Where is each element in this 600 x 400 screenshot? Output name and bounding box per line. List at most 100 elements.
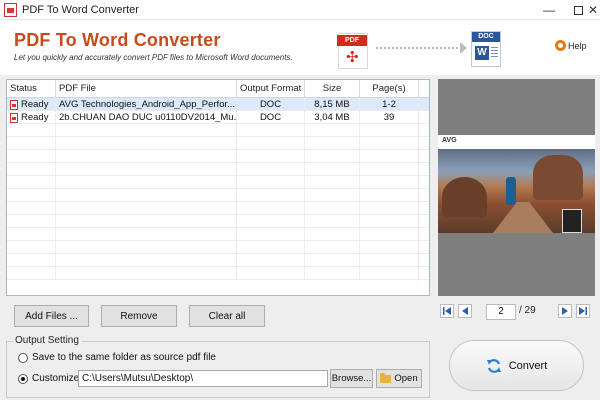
- empty-cell: [237, 176, 305, 189]
- table-row[interactable]: Ready 2b.CHUAN DAO DUC u0110DV2014_Mu... D…: [7, 111, 429, 124]
- empty-cell: [7, 137, 56, 150]
- avg-logo: AVG: [442, 137, 457, 144]
- last-page-icon: [579, 307, 587, 315]
- empty-cell: [360, 137, 419, 150]
- open-folder-button[interactable]: Open: [376, 369, 422, 388]
- pdf-file-icon: PDF ✣: [337, 33, 368, 69]
- doc-badge-label: DOC: [472, 32, 500, 42]
- output-path-input[interactable]: C:\Users\Mutsu\Desktop\: [78, 370, 328, 387]
- rock-formation: [533, 155, 583, 200]
- empty-cell: [305, 189, 360, 202]
- column-header-output-format[interactable]: Output Format: [237, 80, 305, 98]
- table-body: Ready AVG Technologies_Android_App_Perfor…: [7, 98, 429, 280]
- empty-cell: [360, 150, 419, 163]
- empty-cell: [237, 202, 305, 215]
- empty-cell: [237, 124, 305, 137]
- lifebuoy-icon: [555, 40, 566, 51]
- page-preview-panel: AVG: [438, 79, 595, 296]
- next-page-button[interactable]: [558, 304, 572, 318]
- window-title: PDF To Word Converter: [22, 3, 139, 16]
- empty-cell: [305, 267, 360, 280]
- empty-cell: [419, 241, 429, 254]
- empty-cell: [56, 176, 237, 189]
- customize-label[interactable]: Customize: [32, 373, 79, 384]
- first-page-button[interactable]: [440, 304, 454, 318]
- empty-cell: [237, 150, 305, 163]
- main-panel: Status PDF File Output Format Size Page(…: [0, 75, 600, 400]
- empty-cell: [360, 202, 419, 215]
- browse-button[interactable]: Browse...: [330, 369, 373, 388]
- status-cell: Ready: [7, 111, 56, 124]
- help-link[interactable]: Help: [555, 40, 587, 51]
- refresh-icon: [486, 358, 501, 373]
- empty-cell: [7, 150, 56, 163]
- app-header: PDF To Word Converter Let you quickly an…: [0, 20, 600, 75]
- empty-cell: [360, 163, 419, 176]
- acrobat-icon: ✣: [346, 49, 359, 66]
- empty-row: [7, 150, 429, 163]
- empty-row: [7, 215, 429, 228]
- empty-cell: [237, 215, 305, 228]
- empty-cell: [56, 254, 237, 267]
- table-row[interactable]: Ready AVG Technologies_Android_App_Perfor…: [7, 98, 429, 111]
- size-cell: 3,04 MB: [305, 111, 360, 124]
- empty-cell: [305, 163, 360, 176]
- empty-cell: [56, 202, 237, 215]
- empty-cell: [56, 163, 237, 176]
- empty-cell: [305, 202, 360, 215]
- page-number-input[interactable]: 2: [486, 304, 516, 320]
- remove-button[interactable]: Remove: [101, 305, 177, 327]
- previous-page-button[interactable]: [458, 304, 472, 318]
- empty-row: [7, 163, 429, 176]
- clear-all-button[interactable]: Clear all: [189, 305, 265, 327]
- empty-cell: [360, 215, 419, 228]
- column-header-pdf-file[interactable]: PDF File: [56, 80, 237, 98]
- empty-cell: [419, 137, 429, 150]
- output-format-cell: DOC: [237, 111, 305, 124]
- empty-cell: [360, 241, 419, 254]
- file-list-table[interactable]: Status PDF File Output Format Size Page(…: [6, 79, 430, 296]
- empty-cell: [360, 189, 419, 202]
- pdf-icon: [10, 99, 18, 110]
- size-cell: 8,15 MB: [305, 98, 360, 111]
- column-header-pages[interactable]: Page(s): [360, 80, 419, 98]
- status-text: Ready: [21, 112, 49, 123]
- same-folder-label[interactable]: Save to the same folder as source pdf fi…: [32, 352, 216, 363]
- empty-cell: [7, 254, 56, 267]
- column-header-status[interactable]: Status: [7, 80, 56, 98]
- empty-cell: [305, 124, 360, 137]
- empty-cell: [419, 254, 429, 267]
- empty-cell: [360, 228, 419, 241]
- title-bar: PDF To Word Converter — ✕: [0, 0, 600, 20]
- last-page-button[interactable]: [576, 304, 590, 318]
- pages-cell: 39: [360, 111, 419, 124]
- empty-cell: [56, 228, 237, 241]
- empty-cell: [7, 189, 56, 202]
- output-setting-legend: Output Setting: [13, 335, 81, 346]
- filler-cell: [419, 111, 429, 124]
- empty-cell: [360, 254, 419, 267]
- column-header-filler: [419, 80, 429, 98]
- empty-cell: [419, 176, 429, 189]
- pdf-icon: [10, 112, 18, 123]
- add-files-button[interactable]: Add Files ...: [14, 305, 89, 327]
- filler-cell: [419, 98, 429, 111]
- file-name-cell: 2b.CHUAN DAO DUC u0110DV2014_Mu...: [56, 111, 237, 124]
- close-button[interactable]: ✕: [586, 0, 600, 20]
- empty-cell: [237, 228, 305, 241]
- empty-cell: [7, 176, 56, 189]
- convert-button[interactable]: Convert: [449, 340, 584, 391]
- empty-row: [7, 176, 429, 189]
- word-file-icon: DOC W: [471, 31, 501, 67]
- customize-radio[interactable]: [18, 374, 28, 384]
- preview-header-strip: AVG: [438, 135, 595, 149]
- empty-cell: [237, 189, 305, 202]
- preview-photo: [438, 147, 595, 233]
- empty-row: [7, 124, 429, 137]
- table-header: Status PDF File Output Format Size Page(…: [7, 80, 429, 98]
- column-header-size[interactable]: Size: [305, 80, 360, 98]
- minimize-button[interactable]: —: [534, 0, 564, 20]
- preview-page: AVG: [438, 135, 595, 233]
- same-folder-radio[interactable]: [18, 353, 28, 363]
- app-icon: [4, 2, 17, 17]
